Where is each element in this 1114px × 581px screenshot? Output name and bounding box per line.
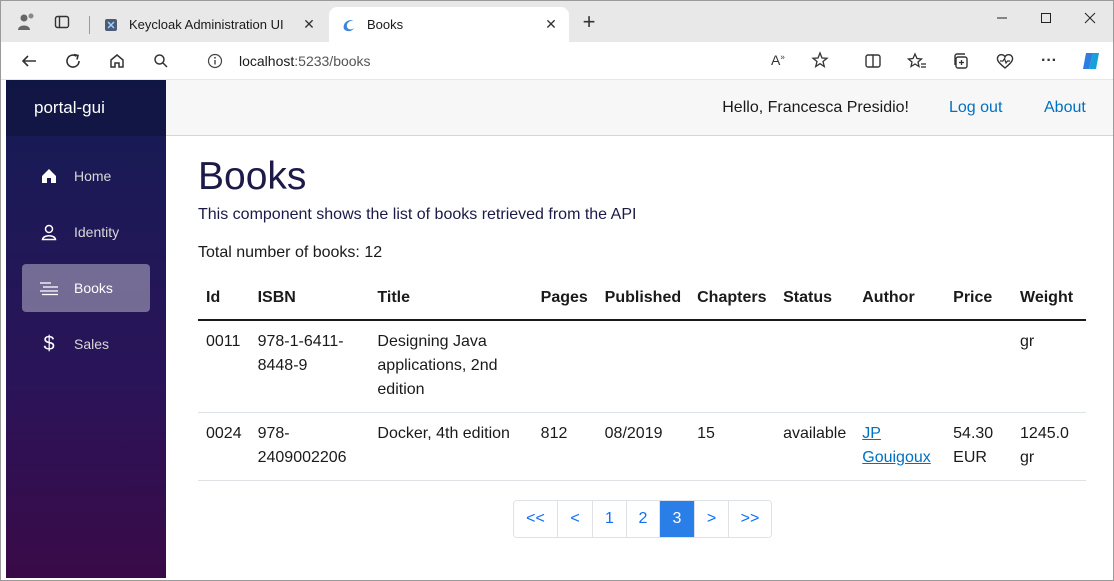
list-icon	[38, 277, 60, 299]
author-link[interactable]: JP Gouigoux	[862, 425, 931, 466]
column-header: Price	[945, 281, 1013, 321]
sidebar-item-label: Home	[74, 168, 112, 184]
cell-weight: gr	[1012, 320, 1086, 413]
cell-chapters	[689, 320, 776, 413]
cell-isbn: 978-1-6411-8448-9	[249, 320, 370, 413]
table-header-row: Id ISBN Title Pages Published Chapters S…	[198, 281, 1086, 321]
minimize-icon[interactable]	[979, 5, 1025, 31]
dollar-icon: $	[43, 332, 55, 355]
tab-keycloak[interactable]: Keycloak Administration UI ✕	[91, 7, 327, 42]
user-greeting: Hello, Francesca Presidio!	[722, 99, 909, 116]
cell-isbn: 978-2409002206	[249, 412, 370, 481]
page-title: Books	[198, 155, 307, 198]
browser-titlebar: Keycloak Administration UI ✕ Books ✕ +	[1, 1, 1113, 42]
more-options-icon[interactable]: ···	[1035, 47, 1063, 75]
page-button-1[interactable]: 1	[592, 501, 626, 537]
column-header: ISBN	[249, 281, 370, 321]
split-screen-icon[interactable]	[859, 47, 887, 75]
copilot-icon[interactable]	[1077, 47, 1105, 75]
favorite-star-icon[interactable]	[811, 51, 829, 74]
browser-essentials-icon[interactable]	[991, 47, 1019, 75]
cell-author	[854, 320, 946, 413]
home-icon	[38, 165, 60, 187]
tab-separator	[89, 16, 90, 34]
person-icon	[38, 221, 60, 243]
cell-pages	[532, 320, 597, 413]
column-header: Status	[775, 281, 855, 321]
maximize-icon[interactable]	[1023, 5, 1069, 31]
tab-label: Keycloak Administration UI	[129, 17, 284, 32]
cell-title: Docker, 4th edition	[369, 412, 533, 481]
column-header: Id	[198, 281, 250, 321]
sidebar-item-label: Identity	[74, 224, 120, 240]
tab-actions-icon[interactable]	[47, 7, 77, 37]
total-books: Total number of books: 12	[198, 244, 383, 261]
table-row: 0011 978-1-6411-8448-9 Designing Java ap…	[198, 320, 1086, 413]
last-page-button[interactable]: >>	[728, 501, 771, 537]
cell-weight: 1245.0 gr	[1012, 412, 1086, 481]
close-tab-icon[interactable]: ✕	[539, 16, 563, 33]
first-page-button[interactable]: <<	[514, 501, 557, 537]
cell-id: 0024	[198, 412, 250, 481]
sidebar-item-sales[interactable]: $ Sales	[22, 320, 150, 368]
main-content: Books This component shows the list of b…	[198, 136, 1086, 481]
sidebar: portal-gui Home Identity Books $ Sales	[6, 80, 166, 578]
page-button-3[interactable]: 3	[659, 501, 694, 537]
tab-books[interactable]: Books ✕	[329, 7, 569, 42]
column-header: Title	[369, 281, 533, 321]
search-icon[interactable]	[147, 47, 175, 75]
cell-chapters: 15	[689, 412, 776, 481]
url-text: localhost:5233/books	[239, 53, 371, 69]
browser-window: Keycloak Administration UI ✕ Books ✕ + l…	[0, 0, 1114, 581]
pagination: << < 1 2 3 > >>	[513, 500, 772, 538]
keycloak-favicon-icon	[103, 17, 119, 33]
cell-status: available	[775, 412, 855, 481]
close-tab-icon[interactable]: ✕	[297, 16, 321, 33]
column-header: Weight	[1012, 281, 1086, 321]
about-link[interactable]: About	[1044, 99, 1086, 117]
sidebar-item-label: Sales	[74, 336, 110, 352]
cell-pages: 812	[532, 412, 597, 481]
profile-icon[interactable]	[11, 7, 41, 37]
page-button-2[interactable]: 2	[626, 501, 659, 537]
cell-status	[775, 320, 855, 413]
refresh-icon[interactable]	[59, 47, 87, 75]
sidebar-item-identity[interactable]: Identity	[22, 208, 150, 256]
page-description: This component shows the list of books r…	[198, 206, 637, 223]
cell-id: 0011	[198, 320, 250, 413]
column-header: Published	[596, 281, 690, 321]
close-window-icon[interactable]	[1067, 5, 1113, 31]
collections-icon[interactable]	[947, 47, 975, 75]
top-row: Hello, Francesca Presidio! Log out About	[166, 80, 1113, 136]
sidebar-item-label: Books	[74, 280, 113, 296]
back-icon[interactable]	[15, 47, 43, 75]
table-row: 0024 978-2409002206 Docker, 4th edition …	[198, 412, 1086, 481]
cell-price: 54.30 EUR	[945, 412, 1013, 481]
home-browser-icon[interactable]	[103, 47, 131, 75]
favorites-icon[interactable]	[903, 47, 931, 75]
cell-title: Designing Java applications, 2nd edition	[369, 320, 533, 413]
read-aloud-icon[interactable]: A»	[771, 52, 785, 68]
next-page-button[interactable]: >	[694, 501, 728, 537]
column-header: Chapters	[689, 281, 776, 321]
cell-published: 08/2019	[596, 412, 690, 481]
books-table: Id ISBN Title Pages Published Chapters S…	[198, 281, 1086, 481]
address-bar[interactable]: localhost:5233/books A»	[191, 46, 843, 76]
sidebar-item-books[interactable]: Books	[22, 264, 150, 312]
tab-label: Books	[367, 17, 404, 32]
info-icon[interactable]	[207, 53, 223, 74]
column-header: Author	[854, 281, 946, 321]
cell-author: JP Gouigoux	[854, 412, 946, 481]
logout-link[interactable]: Log out	[949, 99, 1002, 117]
new-tab-icon[interactable]: +	[577, 11, 601, 35]
column-header: Pages	[532, 281, 597, 321]
cell-published	[596, 320, 690, 413]
prev-page-button[interactable]: <	[557, 501, 592, 537]
cell-price	[945, 320, 1013, 413]
browser-toolbar: localhost:5233/books A» ···	[1, 42, 1113, 80]
brand-title[interactable]: portal-gui	[6, 80, 166, 136]
sidebar-item-home[interactable]: Home	[22, 152, 150, 200]
blazor-favicon-icon	[341, 17, 357, 33]
